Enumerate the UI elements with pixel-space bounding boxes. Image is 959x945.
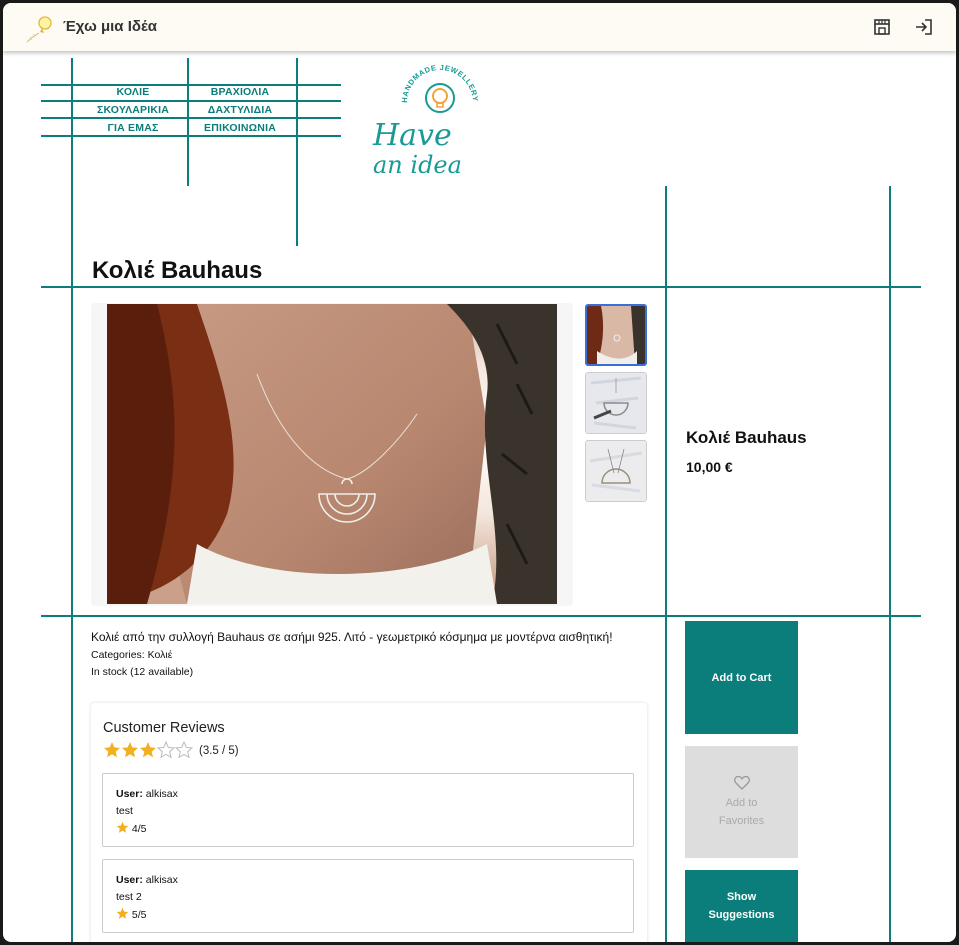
review-rating-value: 4/5 — [131, 823, 147, 835]
review-card: User: alkisax test 2 5/5 — [102, 859, 634, 933]
review-card: User: alkisax test 4/5 — [102, 773, 634, 847]
app-title: Έχω μια Ιδέα — [63, 18, 157, 35]
lightbulb-icon[interactable] — [25, 12, 57, 44]
app-window: Έχω μια Ιδέα ΚΟΛΙΕ ΒΡΑΧΙΟΛΙΑ ΣΚΟΥΛΑΡΙΚΙΑ… — [3, 3, 956, 942]
rating-stars — [104, 741, 193, 758]
add-to-cart-label: Add to Cart — [711, 671, 772, 684]
page-title: Κολιέ Bauhaus — [92, 257, 263, 284]
grid-line — [41, 135, 341, 137]
review-rating: 4/5 — [116, 821, 147, 835]
star-icon — [140, 742, 156, 758]
grid-line — [889, 186, 891, 942]
reviews-section: Customer Reviews (3.5 / 5) User: alkisax… — [91, 703, 647, 942]
star-icon — [116, 907, 129, 919]
star-icon — [122, 742, 138, 758]
nav-contact[interactable]: ΕΠΙΚΟΙΝΩΝΙΑ — [185, 122, 295, 134]
product-price: 10,00 € — [686, 459, 733, 475]
user-label: User: — [116, 788, 143, 800]
grid-line — [71, 58, 73, 942]
stock-status: In stock (12 available) — [91, 666, 194, 678]
brand-logo[interactable]: HANDMADE JEWELLERY Have an idea — [365, 63, 485, 188]
side-product-title: Κολιέ Bauhaus — [686, 428, 807, 447]
review-text: test 2 — [116, 891, 142, 903]
reviews-title: Customer Reviews — [103, 720, 225, 736]
review-rating: 5/5 — [116, 907, 147, 921]
add-to-cart-button[interactable]: Add to Cart — [685, 621, 798, 734]
grid-line — [296, 58, 298, 246]
review-text: test — [116, 805, 133, 817]
user-name: alkisax — [145, 874, 178, 886]
nav-earrings[interactable]: ΣΚΟΥΛΑΡΙΚΙΑ — [78, 104, 188, 116]
thumbnail-3[interactable] — [585, 440, 647, 502]
nav-necklaces[interactable]: ΚΟΛΙΕ — [78, 86, 188, 98]
suggestions-label-1: Show — [726, 891, 757, 903]
grid-line — [41, 117, 341, 119]
star-icon — [116, 821, 129, 833]
product-photo[interactable] — [107, 304, 557, 604]
favorites-label-2: Favorites — [718, 814, 765, 827]
grid-line — [41, 100, 341, 102]
login-icon[interactable] — [914, 17, 934, 37]
add-to-favorites-button[interactable]: Add to Favorites — [685, 746, 798, 858]
thumbnail-1[interactable] — [585, 304, 647, 366]
star-half-icon — [157, 741, 175, 758]
nav-about[interactable]: ΓΙΑ ΕΜΑΣ — [78, 122, 188, 134]
suggestions-label-2: Suggestions — [708, 909, 775, 921]
star-empty-icon — [175, 741, 193, 758]
grid-line — [41, 615, 921, 617]
thumbnail-2[interactable] — [585, 372, 647, 434]
favorites-label-1: Add to — [725, 796, 758, 809]
product-description: Κολιέ από την συλλογή Bauhaus σε ασήμι 9… — [91, 630, 613, 644]
star-icon — [104, 742, 120, 758]
logo-line-2: an idea — [373, 151, 462, 179]
nav-rings[interactable]: ΔΑΧΤΥΛΙΔΙΑ — [185, 104, 295, 116]
categories-label: Categories: — [91, 649, 145, 661]
top-bar: Έχω μια Ιδέα — [3, 3, 956, 51]
rating-score: (3.5 / 5) — [199, 745, 239, 757]
review-user: User: alkisax — [116, 874, 178, 886]
review-rating-value: 5/5 — [131, 909, 147, 921]
user-label: User: — [116, 874, 143, 886]
review-user: User: alkisax — [116, 788, 178, 800]
logo-line-1: Have — [372, 118, 452, 153]
grid-line — [41, 286, 921, 288]
user-name: alkisax — [145, 788, 178, 800]
show-suggestions-button[interactable]: Show Suggestions — [685, 870, 798, 942]
heart-icon — [733, 775, 750, 790]
store-icon[interactable] — [872, 17, 892, 37]
category-link[interactable]: Κολιέ — [148, 649, 173, 661]
grid-line — [665, 186, 667, 942]
product-categories: Categories: Κολιέ — [91, 649, 172, 661]
nav-bracelets[interactable]: ΒΡΑΧΙΟΛΙΑ — [185, 86, 295, 98]
